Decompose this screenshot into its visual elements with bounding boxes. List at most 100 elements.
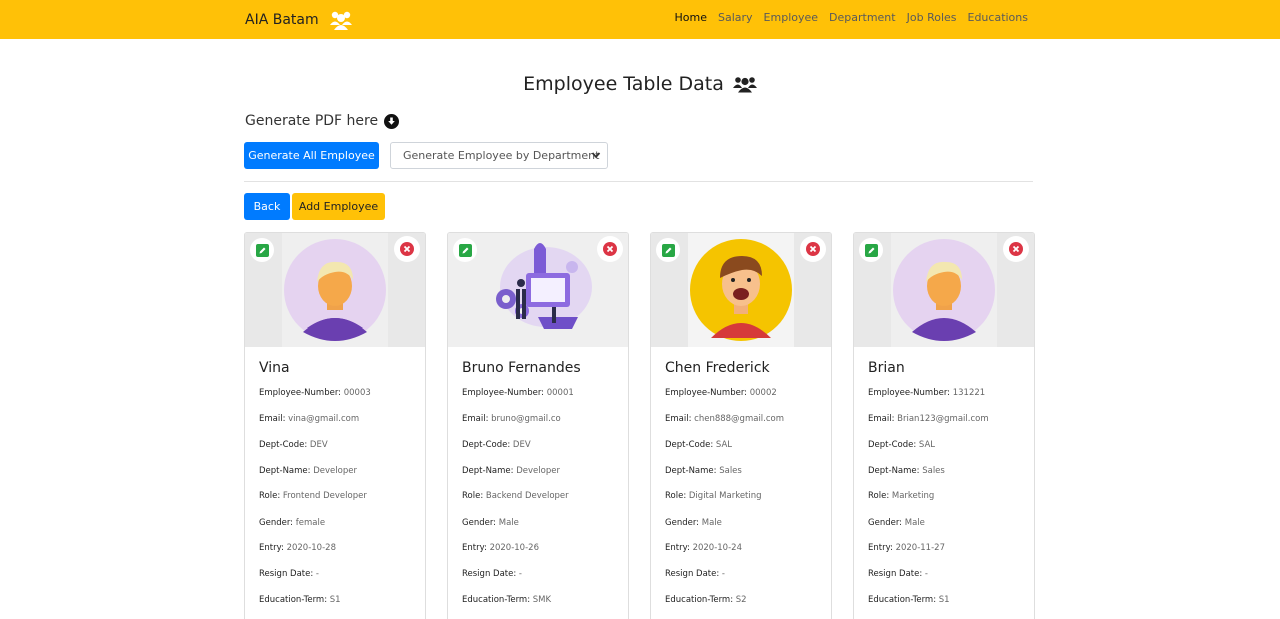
field-label: Entry: <box>665 543 690 553</box>
field-label: Education-Term: <box>259 595 328 605</box>
field-label: Gender: <box>868 518 903 528</box>
generate-all-button[interactable]: Generate All Employee <box>244 142 379 169</box>
avatar <box>893 239 995 341</box>
edit-icon[interactable] <box>656 238 680 262</box>
field-value: - <box>924 569 928 579</box>
field-value: SMK <box>532 595 552 605</box>
users-icon <box>732 77 757 93</box>
field-dept-name: Dept-Name: Developer <box>259 466 357 476</box>
field-label: Employee-Number: <box>259 388 342 398</box>
edit-icon[interactable] <box>859 238 883 262</box>
delete-icon[interactable] <box>1003 236 1029 262</box>
field-entry: Entry: 2020-10-26 <box>462 543 539 553</box>
page-title: Employee Table Data <box>523 73 724 95</box>
employee-name: Vina <box>259 360 290 376</box>
field-label: Entry: <box>259 543 284 553</box>
field-education: Education-Term: S2 <box>665 595 747 605</box>
field-value: 00003 <box>343 388 371 398</box>
field-label: Education-Term: <box>462 595 531 605</box>
field-label: Entry: <box>462 543 487 553</box>
field-dept-code: Dept-Code: SAL <box>665 440 732 450</box>
field-dept-name: Dept-Name: Sales <box>868 466 945 476</box>
field-value: chen888@gmail.com <box>694 414 785 424</box>
delete-icon[interactable] <box>800 236 826 262</box>
edit-icon[interactable] <box>250 238 274 262</box>
nav-home[interactable]: Home <box>675 11 707 24</box>
nav-salary[interactable]: Salary <box>718 11 753 24</box>
add-employee-button[interactable]: Add Employee <box>292 193 385 220</box>
department-select[interactable]: Generate Employee by Department <box>390 142 608 169</box>
field-dept-name: Dept-Name: Sales <box>665 466 742 476</box>
field-value: - <box>518 569 522 579</box>
edit-icon[interactable] <box>453 238 477 262</box>
field-value: Developer <box>313 466 357 476</box>
field-role: Role: Digital Marketing <box>665 491 762 501</box>
field-dept-code: Dept-Code: DEV <box>259 440 328 450</box>
employee-card: Bruno Fernandes Employee-Number: 00001 E… <box>447 232 629 619</box>
field-value: 2020-11-27 <box>895 543 945 553</box>
field-role: Role: Frontend Developer <box>259 491 367 501</box>
field-number: Employee-Number: 131221 <box>868 388 985 398</box>
field-value: DEV <box>512 440 531 450</box>
field-number: Employee-Number: 00003 <box>259 388 371 398</box>
field-label: Role: <box>462 491 484 501</box>
delete-icon[interactable] <box>394 236 420 262</box>
field-label: Dept-Code: <box>868 440 917 450</box>
page-title-row: Employee Table Data <box>0 73 1280 95</box>
avatar <box>284 239 386 341</box>
field-label: Dept-Name: <box>665 466 717 476</box>
field-dept-name: Dept-Name: Developer <box>462 466 560 476</box>
field-education: Education-Term: S1 <box>259 595 341 605</box>
chevron-down-icon <box>591 152 601 159</box>
employee-card: Vina Employee-Number: 00003 Email: vina@… <box>244 232 426 619</box>
field-gender: Gender: Male <box>665 518 722 528</box>
field-label: Role: <box>868 491 890 501</box>
field-label: Email: <box>462 414 489 424</box>
field-label: Dept-Code: <box>665 440 714 450</box>
field-label: Resign Date: <box>462 569 517 579</box>
field-role: Role: Backend Developer <box>462 491 569 501</box>
field-resign: Resign Date: - <box>259 569 319 579</box>
field-education: Education-Term: S1 <box>868 595 950 605</box>
field-education: Education-Term: SMK <box>462 595 551 605</box>
field-value: Male <box>701 518 722 528</box>
pdf-label-row: Generate PDF here <box>245 113 400 129</box>
field-number: Employee-Number: 00001 <box>462 388 574 398</box>
nav-employee[interactable]: Employee <box>764 11 818 24</box>
divider <box>244 181 1033 182</box>
field-resign: Resign Date: - <box>868 569 928 579</box>
field-value: - <box>721 569 725 579</box>
field-email: Email: vina@gmail.com <box>259 414 359 424</box>
download-icon[interactable] <box>384 113 400 129</box>
field-label: Resign Date: <box>868 569 923 579</box>
field-resign: Resign Date: - <box>462 569 522 579</box>
users-icon <box>329 9 353 31</box>
field-label: Dept-Code: <box>462 440 511 450</box>
field-value: bruno@gmail.co <box>491 414 561 424</box>
field-value: Male <box>904 518 925 528</box>
field-value: - <box>315 569 319 579</box>
employee-card: Brian Employee-Number: 131221 Email: Bri… <box>853 232 1035 619</box>
nav-educations[interactable]: Educations <box>968 11 1029 24</box>
delete-icon[interactable] <box>597 236 623 262</box>
field-resign: Resign Date: - <box>665 569 725 579</box>
field-value: vina@gmail.com <box>288 414 360 424</box>
field-value: 2020-10-24 <box>692 543 742 553</box>
field-entry: Entry: 2020-11-27 <box>868 543 945 553</box>
field-value: Frontend Developer <box>282 491 367 501</box>
field-label: Email: <box>868 414 895 424</box>
field-value: S1 <box>329 595 341 605</box>
employee-card: Chen Frederick Employee-Number: 00002 Em… <box>650 232 832 619</box>
back-button[interactable]: Back <box>244 193 290 220</box>
field-label: Email: <box>665 414 692 424</box>
field-value: Brian123@gmail.com <box>897 414 989 424</box>
field-value: Digital Marketing <box>688 491 762 501</box>
field-gender: Gender: Male <box>868 518 925 528</box>
field-value: SAL <box>918 440 936 450</box>
nav-department[interactable]: Department <box>829 11 896 24</box>
field-gender: Gender: Male <box>462 518 519 528</box>
field-label: Role: <box>665 491 687 501</box>
brand[interactable]: AIA Batam <box>245 9 353 31</box>
nav-job-roles[interactable]: Job Roles <box>907 11 957 24</box>
employee-name: Chen Frederick <box>665 360 770 376</box>
